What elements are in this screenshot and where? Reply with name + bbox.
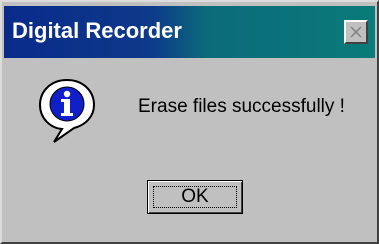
title-bar[interactable]: Digital Recorder [4, 6, 375, 58]
ok-button-label: OK [181, 186, 209, 207]
message-dialog: Digital Recorder Erase files successfull… [0, 0, 379, 244]
window-title: Digital Recorder [12, 18, 182, 43]
close-x-icon [350, 26, 362, 38]
info-icon [38, 78, 96, 143]
ok-button[interactable]: OK [147, 180, 243, 214]
close-button[interactable] [344, 20, 368, 44]
dialog-message: Erase files successfully ! [138, 96, 345, 117]
